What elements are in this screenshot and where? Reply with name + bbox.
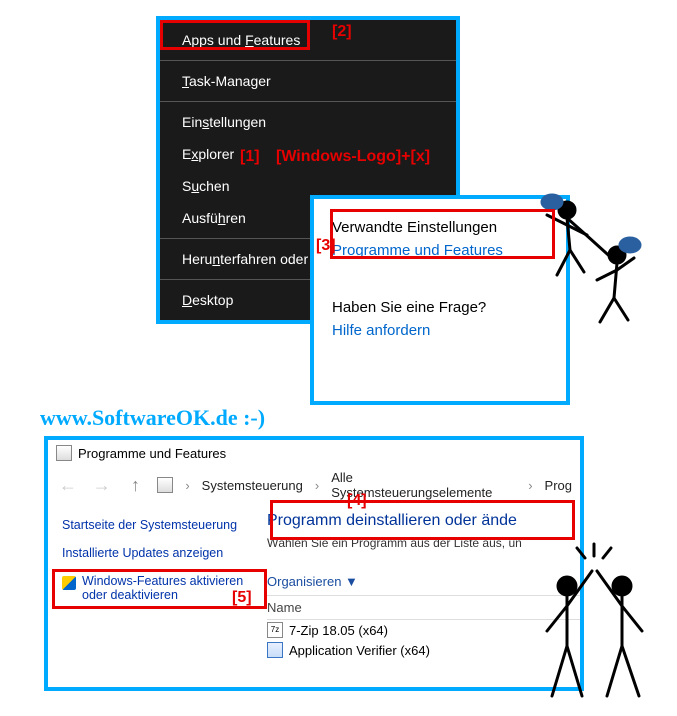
stick-figures-bottom-icon: [527, 536, 657, 706]
menu-settings[interactable]: Einstellungen: [160, 106, 456, 138]
watermark: www.SoftwareOK.de :-): [40, 405, 265, 431]
have-question-heading: Haben Sie eine Frage?: [332, 299, 548, 316]
control-panel-icon: [56, 445, 72, 461]
breadcrumb-3[interactable]: Prog: [545, 478, 572, 493]
windows-features-link[interactable]: Windows-Features aktivieren oder deaktiv…: [62, 574, 253, 602]
request-help-link[interactable]: Hilfe anfordern: [332, 322, 548, 339]
stick-figures-top-icon: [522, 180, 652, 330]
window-title: Programme und Features: [78, 446, 226, 461]
menu-separator: [160, 60, 456, 61]
breadcrumb-1[interactable]: Systemsteuerung: [202, 478, 303, 493]
app-verifier-icon: [267, 642, 283, 658]
installed-updates-link[interactable]: Installierte Updates anzeigen: [62, 546, 253, 560]
related-settings-heading: Verwandte Einstellungen: [332, 219, 548, 236]
programs-features-window: Programme und Features ← → ↑ › Systemste…: [44, 436, 584, 691]
menu-apps-features[interactable]: Apps und Features: [160, 24, 456, 56]
breadcrumb-2[interactable]: Alle Systemsteuerungselemente: [331, 470, 516, 500]
forward-button[interactable]: →: [90, 475, 114, 496]
control-panel-home-link[interactable]: Startseite der Systemsteuerung: [62, 518, 253, 532]
uninstall-heading: Programm deinstallieren oder ände: [267, 512, 580, 530]
up-button[interactable]: ↑: [124, 475, 148, 496]
menu-separator: [160, 101, 456, 102]
programs-features-link[interactable]: Programme und Features: [332, 242, 548, 259]
breadcrumb-icon: [157, 477, 173, 493]
7zip-icon: 7z: [267, 622, 283, 638]
shield-icon: [62, 576, 76, 590]
menu-task-manager[interactable]: Task-Manager: [160, 65, 456, 97]
menu-explorer[interactable]: Explorer: [160, 138, 456, 170]
breadcrumb-bar: ← → ↑ › Systemsteuerung › Alle Systemste…: [48, 466, 580, 504]
left-nav-panel: Startseite der Systemsteuerung Installie…: [48, 506, 263, 660]
back-button[interactable]: ←: [56, 475, 80, 496]
window-titlebar: Programme und Features: [48, 440, 580, 466]
